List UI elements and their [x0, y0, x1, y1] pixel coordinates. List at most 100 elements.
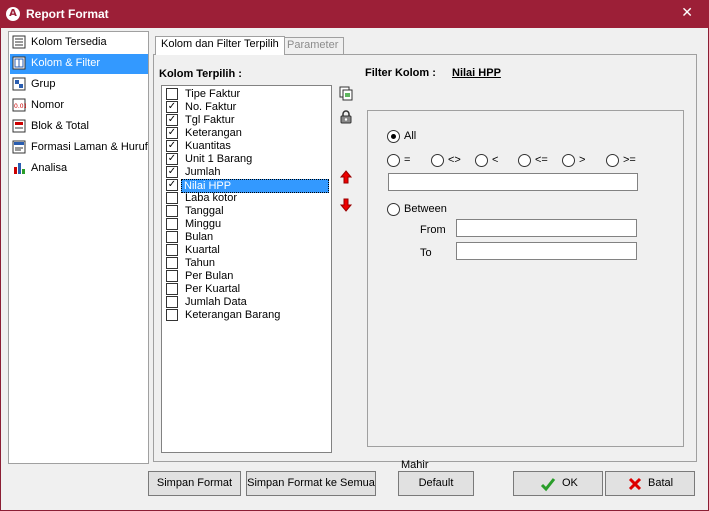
window-title: Report Format	[26, 7, 109, 21]
move-up-icon[interactable]	[338, 169, 354, 185]
app-logo-icon: A	[6, 7, 20, 21]
list-item[interactable]: ✓ Tgl Faktur	[165, 114, 331, 127]
list-item[interactable]: ✓ No. Faktur	[165, 101, 331, 114]
column-label: Tipe Faktur	[185, 88, 241, 100]
column-checkbox[interactable]	[166, 283, 178, 295]
column-label: Kuantitas	[185, 140, 231, 152]
column-label: Jumlah	[185, 166, 221, 178]
nav-item-formasi-laman-huruf[interactable]: Formasi Laman & Huruf	[10, 138, 148, 158]
operator-lt-radio[interactable]	[475, 154, 488, 167]
column-checkbox[interactable]	[166, 231, 178, 243]
column-label: Per Kuartal	[185, 283, 241, 295]
list-item[interactable]: Keterangan Barang	[165, 309, 331, 322]
list-item[interactable]: ✓ Keterangan	[165, 127, 331, 140]
column-checkbox[interactable]	[166, 244, 178, 256]
group-icon	[12, 77, 26, 91]
page-format-icon	[12, 140, 26, 154]
nav-item-label: Kolom & Filter	[31, 57, 101, 69]
column-checkbox[interactable]: ✓	[166, 140, 178, 152]
selected-columns-list[interactable]: Tipe Faktur ✓ No. Faktur ✓ Tgl Faktur ✓ Ketera…	[161, 85, 332, 453]
column-checkbox[interactable]	[166, 257, 178, 269]
from-input[interactable]	[456, 219, 637, 237]
filter-all-radio[interactable]	[387, 130, 400, 143]
column-checkbox[interactable]: ✓	[166, 127, 178, 139]
operator-ge-radio[interactable]	[606, 154, 619, 167]
column-label: No. Faktur	[185, 101, 237, 113]
column-checkbox[interactable]: ✓	[166, 114, 178, 126]
column-checkbox[interactable]	[166, 309, 178, 321]
list-item[interactable]: Per Bulan	[165, 270, 331, 283]
column-checkbox[interactable]	[166, 192, 178, 204]
tab-kolom-dan-filter[interactable]: Kolom dan Filter Terpilih	[155, 36, 285, 55]
operator-le-radio[interactable]	[518, 154, 531, 167]
nav-item-kolom-tersedia[interactable]: Kolom Tersedia	[10, 33, 148, 53]
operator-le-label: <=	[535, 154, 548, 166]
operator-ne-radio[interactable]	[431, 154, 444, 167]
list-item[interactable]: Minggu	[165, 218, 331, 231]
column-checkbox[interactable]	[166, 218, 178, 230]
lock-icon[interactable]	[338, 109, 354, 125]
column-label: Minggu	[185, 218, 222, 230]
nav-item-label: Analisa	[31, 162, 68, 174]
list-item[interactable]: ✓ Unit 1 Barang	[165, 153, 331, 166]
copy-icon[interactable]	[338, 85, 354, 101]
list-item[interactable]: Tipe Faktur	[165, 88, 331, 101]
filter-value-input[interactable]	[388, 173, 638, 191]
column-checkbox[interactable]	[166, 270, 178, 282]
column-label: Per Bulan	[185, 270, 234, 282]
list-item[interactable]: ✓ Kuantitas	[165, 140, 331, 153]
nav-item-blok-total[interactable]: Blok & Total	[10, 117, 148, 137]
ok-button[interactable]: OK	[513, 471, 603, 496]
save-format-all-button[interactable]: Simpan Format ke Semua	[246, 471, 376, 496]
operator-eq-radio[interactable]	[387, 154, 400, 167]
column-checkbox[interactable]	[166, 296, 178, 308]
column-checkbox[interactable]: ✓	[166, 101, 178, 113]
list-item[interactable]: Laba kotor	[165, 192, 331, 205]
list-item[interactable]: Tanggal	[165, 205, 331, 218]
to-input[interactable]	[456, 242, 637, 260]
filter-between-radio[interactable]	[387, 203, 400, 216]
list-item[interactable]: Per Kuartal	[165, 283, 331, 296]
list-item[interactable]: Bulan	[165, 231, 331, 244]
close-icon[interactable]: ✕	[681, 5, 693, 21]
nav-item-grup[interactable]: Grup	[10, 75, 148, 95]
list-item[interactable]: ✓ Nilai HPP	[165, 179, 331, 193]
filter-options-box: All = <> < <= > >= Between From To	[367, 110, 684, 447]
tab-parameter[interactable]: Parameter	[281, 37, 345, 54]
columns-icon	[12, 35, 26, 49]
list-item[interactable]: Kuartal	[165, 244, 331, 257]
list-item[interactable]: Jumlah Data	[165, 296, 331, 309]
chart-icon	[14, 163, 25, 174]
operator-gt-radio[interactable]	[562, 154, 575, 167]
cancel-button[interactable]: Batal	[605, 471, 695, 496]
list-item[interactable]: ✓ Jumlah	[165, 166, 331, 179]
default-button[interactable]: Default	[398, 471, 474, 496]
operator-lt-label: <	[492, 154, 499, 166]
column-label: Kuartal	[185, 244, 220, 256]
nav-item-label: Blok & Total	[31, 120, 89, 132]
nav-item-analisa[interactable]: Analisa	[10, 159, 148, 179]
column-label: Laba kotor	[185, 192, 237, 204]
nav-item-label: Kolom Tersedia	[31, 36, 107, 48]
nav-item-label: Formasi Laman & Huruf	[31, 141, 148, 153]
move-down-icon[interactable]	[338, 197, 354, 213]
filter-icon	[12, 56, 26, 70]
nav-item-nomor[interactable]: 0.01 Nomor	[10, 96, 148, 116]
operator-ne-label: <>	[448, 154, 461, 166]
column-checkbox[interactable]: ✓	[166, 166, 178, 178]
column-label: Unit 1 Barang	[185, 153, 253, 165]
checkmark-icon	[540, 478, 556, 492]
svg-text:0.01: 0.01	[14, 103, 26, 110]
list-item[interactable]: Tahun	[165, 257, 331, 270]
save-format-button[interactable]: Simpan Format	[148, 471, 241, 496]
nav-item-label: Grup	[31, 78, 56, 90]
column-checkbox[interactable]: ✓	[166, 153, 178, 165]
operator-eq-label: =	[404, 154, 411, 166]
operator-gt-label: >	[579, 154, 586, 166]
nav-item-kolom-filter[interactable]: Kolom & Filter	[10, 54, 148, 74]
column-checkbox[interactable]: ✓	[166, 179, 178, 191]
column-checkbox[interactable]	[166, 88, 178, 100]
title-bar[interactable]: A Report Format ✕	[0, 0, 709, 28]
user-level-status: Mahir	[401, 459, 429, 471]
column-checkbox[interactable]	[166, 205, 178, 217]
